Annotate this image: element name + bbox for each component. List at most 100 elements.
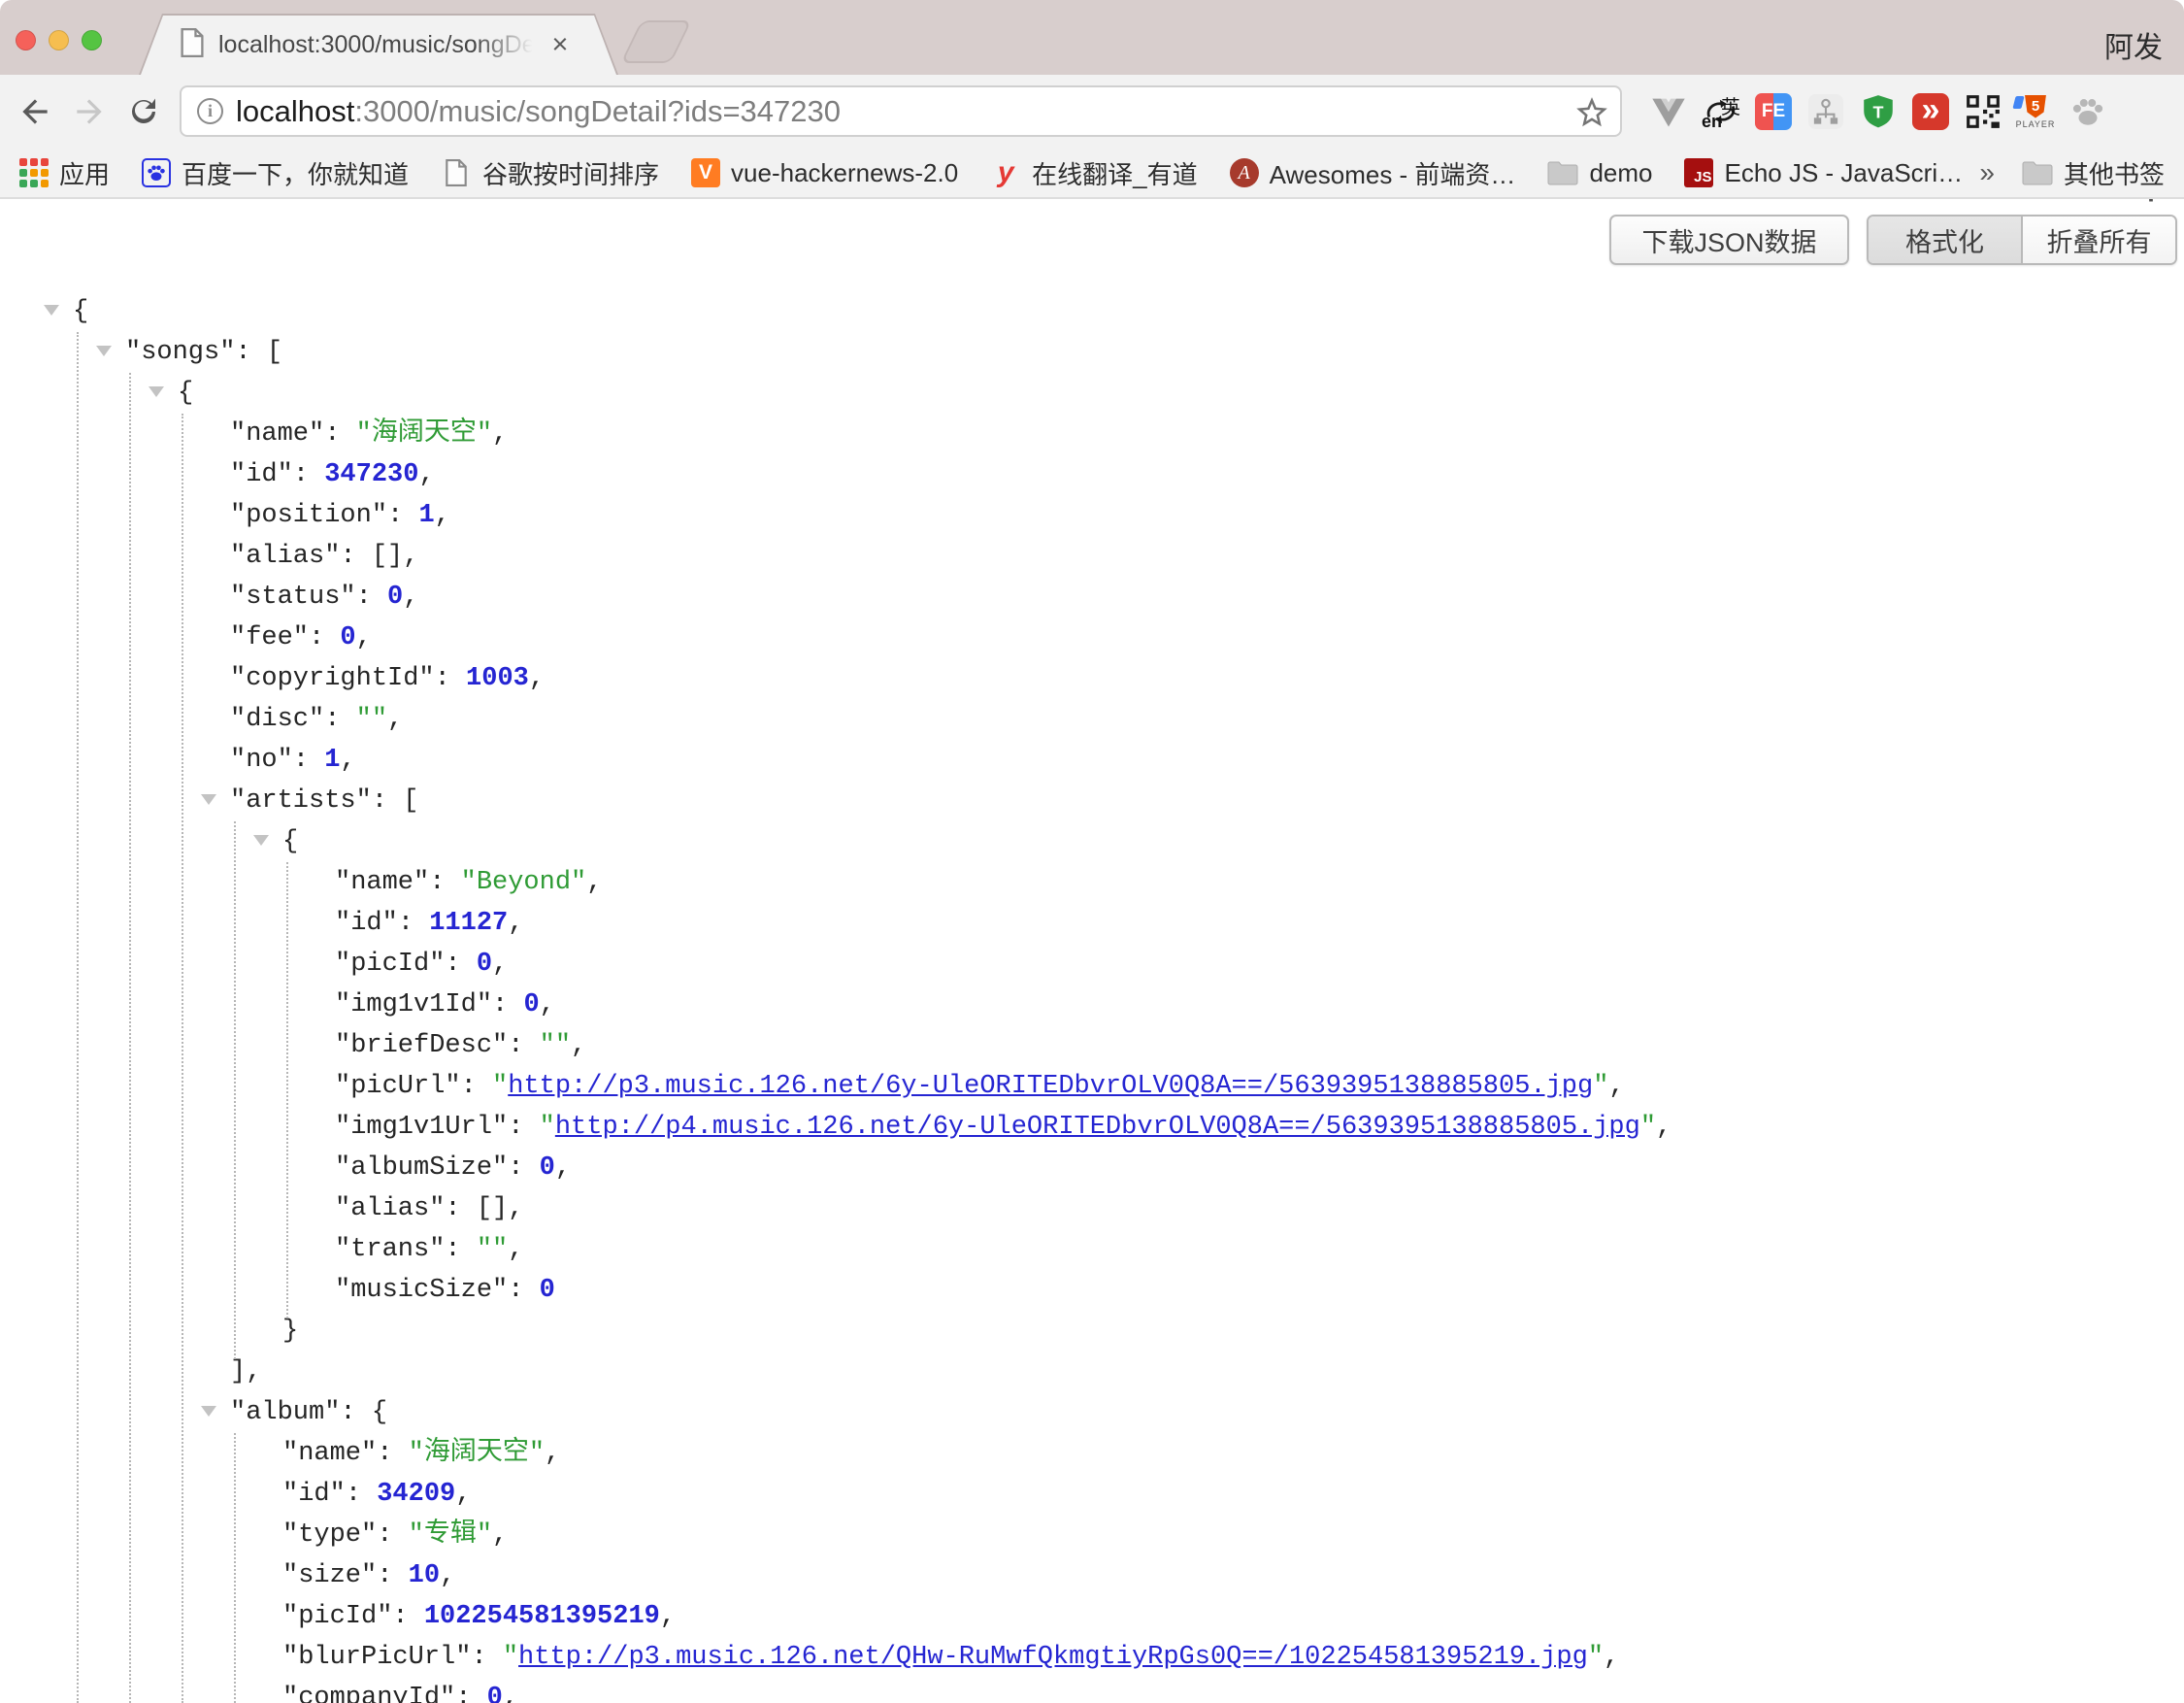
json-token: : [392, 1602, 423, 1631]
url-bar[interactable]: localhost:3000/music/songDetail?ids=3472… [180, 85, 1622, 137]
json-token: , [492, 950, 508, 979]
view-mode-segmented-control: 格式化 折叠所有 [1867, 215, 2177, 265]
json-token: { [372, 1398, 387, 1427]
json-token: : [387, 501, 418, 530]
extension-fe-icon[interactable]: FE [1753, 91, 1794, 132]
url-path: :3000/music/songDetail?ids=347230 [354, 94, 841, 128]
bookmark-label: vue-hackernews-2.0 [731, 158, 958, 188]
collapse-arrow-icon[interactable] [149, 386, 164, 397]
json-token: " [1588, 1643, 1604, 1672]
json-key: "blurPicUrl" [282, 1643, 471, 1672]
json-token: , [586, 868, 602, 897]
json-line: "id": 347230, [0, 454, 2184, 495]
extension-qr-code-icon[interactable] [1963, 91, 2003, 132]
json-link[interactable]: http://p4.music.126.net/6y-UleORITEDbvrO… [555, 1113, 1640, 1142]
json-string-value: "海阔天空" [356, 419, 492, 449]
bookmark-item[interactable]: y在线翻译_有道 [990, 155, 1197, 191]
other-bookmarks-folder[interactable]: 其他书签 [2022, 155, 2165, 191]
reload-button[interactable] [116, 75, 171, 149]
new-tab-button[interactable] [620, 20, 691, 63]
json-key: "picId" [282, 1602, 392, 1631]
vue-v-icon: V [691, 158, 720, 187]
bookmark-star-icon[interactable] [1573, 94, 1610, 136]
json-token: { [178, 379, 193, 408]
tab-close-icon[interactable]: × [552, 31, 569, 59]
collapse-arrow-icon[interactable] [253, 835, 269, 846]
bookmarks-overflow-chevron-icon[interactable]: » [1979, 157, 1995, 188]
profile-name[interactable]: 阿发 [2104, 23, 2163, 66]
json-number-value: 347230 [324, 460, 418, 489]
extension-sitemap-icon[interactable] [1805, 91, 1846, 132]
bookmark-label: Awesomes - 前端资… [1270, 155, 1516, 191]
close-window-button[interactable] [16, 30, 36, 50]
download-json-button[interactable]: 下载JSON数据 [1609, 215, 1849, 265]
extension-translate-icon[interactable]: 英en [1701, 91, 1741, 132]
json-link[interactable]: http://p3.music.126.net/6y-UleORITEDbvrO… [508, 1072, 1593, 1101]
bookmark-item[interactable]: AAwesomes - 前端资… [1230, 155, 1516, 191]
json-token: " [540, 1113, 555, 1142]
json-line: "name": "Beyond", [0, 862, 2184, 903]
json-token: , [508, 1235, 523, 1264]
url-text: localhost:3000/music/songDetail?ids=3472… [236, 94, 841, 129]
json-line: } [0, 1311, 2184, 1352]
browser-tab[interactable]: localhost:3000/music/songDet × [139, 14, 618, 75]
bookmark-label: 在线翻译_有道 [1032, 155, 1197, 191]
collapse-arrow-icon[interactable] [44, 305, 59, 316]
bookmark-item[interactable]: 应用 [19, 155, 110, 191]
json-line: "size": 10, [0, 1555, 2184, 1596]
json-line: "briefDesc": "", [0, 1025, 2184, 1066]
bookmark-item[interactable]: 百度一下，你就知道 [142, 155, 409, 191]
collapse-arrow-icon[interactable] [201, 1406, 216, 1417]
bookmark-item[interactable]: JSEcho JS - JavaScri… [1684, 158, 1963, 188]
minimize-window-button[interactable] [49, 30, 69, 50]
extension-paw-icon[interactable] [2068, 91, 2108, 132]
json-line: "status": 0, [0, 577, 2184, 618]
json-token: : [346, 1480, 377, 1509]
extension-fast-forward-icon[interactable]: » [1910, 91, 1951, 132]
html5-player-logo: 5PLAYER [2016, 95, 2056, 129]
extension-tampermonkey-icon[interactable]: T [1858, 91, 1899, 132]
baidu-paw-icon [142, 158, 171, 187]
json-string-value: "Beyond" [461, 868, 587, 897]
bookmark-item[interactable]: Vvue-hackernews-2.0 [691, 158, 958, 188]
json-line: "id": 11127, [0, 903, 2184, 944]
browser-tab-inner[interactable]: localhost:3000/music/songDet × [141, 16, 616, 75]
collapse-arrow-icon[interactable] [201, 794, 216, 805]
json-string-value: "" [477, 1235, 508, 1264]
fullscreen-window-button[interactable] [82, 30, 102, 50]
json-link[interactable]: http://p3.music.126.net/QHw-RuMwfQkmgtiy… [518, 1643, 1588, 1672]
json-empty-array: [] [477, 1194, 508, 1223]
collapse-all-button[interactable]: 折叠所有 [2023, 217, 2175, 263]
json-line: "disc": "", [0, 699, 2184, 740]
folder-icon [1547, 157, 1578, 188]
tree-guide-line [182, 414, 183, 1703]
site-info-icon[interactable] [197, 98, 223, 124]
json-token: : [455, 1684, 486, 1703]
bookmark-item[interactable]: 谷歌按时间排序 [441, 155, 659, 191]
json-line: "trans": "", [0, 1229, 2184, 1270]
format-button[interactable]: 格式化 [1869, 217, 2023, 263]
collapse-arrow-icon[interactable] [96, 346, 112, 356]
json-token: : [235, 338, 266, 367]
json-token: : [508, 1031, 539, 1060]
titlebar: localhost:3000/music/songDet × 阿发 [0, 0, 2184, 75]
extension-html5-player-icon[interactable]: 5PLAYER [2015, 91, 2056, 132]
json-key: "picId" [335, 950, 445, 979]
back-button[interactable] [8, 75, 62, 149]
json-key: "picUrl" [335, 1072, 461, 1101]
json-token: : [445, 950, 476, 979]
json-key: "briefDesc" [335, 1031, 508, 1060]
json-key: "id" [335, 909, 398, 938]
json-token: , [508, 909, 523, 938]
json-key: "artists" [230, 786, 372, 816]
extension-vue-devtools-icon[interactable] [1648, 91, 1689, 132]
json-token: : [377, 1520, 408, 1550]
forward-button[interactable] [62, 75, 116, 149]
json-key: "companyId" [282, 1684, 455, 1703]
json-number-value: 10 [409, 1561, 440, 1590]
bookmark-label: demo [1589, 158, 1652, 188]
json-number-value: 1 [324, 746, 340, 775]
bookmark-item[interactable]: demo [1547, 157, 1652, 188]
json-token: , [403, 542, 418, 571]
json-number-value: 0 [340, 623, 355, 652]
